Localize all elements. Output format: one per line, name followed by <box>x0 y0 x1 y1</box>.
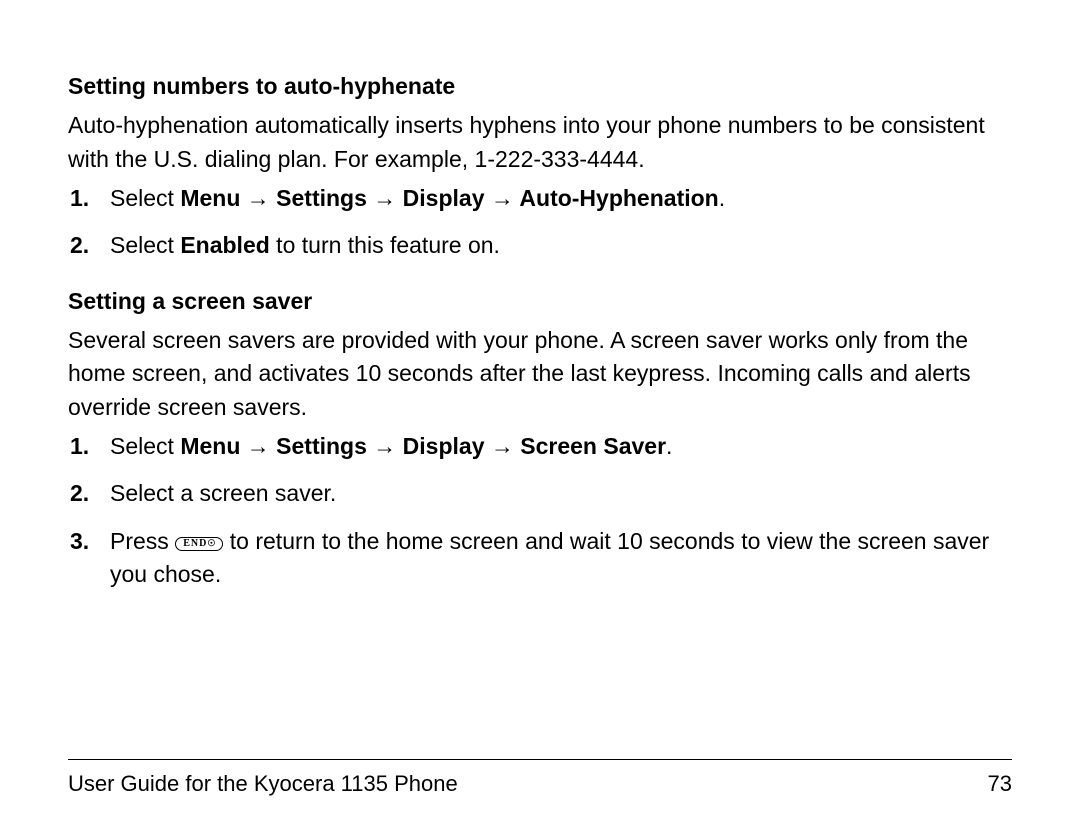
steps-screen-saver: Select Menu → Settings → Display → Scree… <box>68 430 1012 591</box>
step-text: . <box>719 185 725 211</box>
menu-path: Menu → Settings → Display → Auto-Hyphena… <box>180 185 718 211</box>
step-text: to turn this feature on. <box>270 232 500 258</box>
paragraph-screen-saver: Several screen savers are provided with … <box>68 324 1012 424</box>
section-screen-saver: Setting a screen saver Several screen sa… <box>68 285 1012 592</box>
heading-auto-hyphenate: Setting numbers to auto-hyphenate <box>68 70 1012 103</box>
step-1: Select Menu → Settings → Display → Scree… <box>68 430 1012 463</box>
step-1: Select Menu → Settings → Display → Auto-… <box>68 182 1012 215</box>
end-key-icon: END☉ <box>175 537 223 551</box>
step-2: Select Enabled to turn this feature on. <box>68 229 1012 262</box>
step-text: Select <box>110 433 180 459</box>
footer-title: User Guide for the Kyocera 1135 Phone <box>68 768 458 800</box>
heading-screen-saver: Setting a screen saver <box>68 285 1012 318</box>
step-text: . <box>666 433 672 459</box>
step-text: Select a screen saver. <box>110 480 336 506</box>
page-footer: User Guide for the Kyocera 1135 Phone 73 <box>68 759 1012 800</box>
page-number: 73 <box>988 768 1012 800</box>
option-enabled: Enabled <box>180 232 269 258</box>
menu-path: Menu → Settings → Display → Screen Saver <box>180 433 666 459</box>
section-auto-hyphenate: Setting numbers to auto-hyphenate Auto-h… <box>68 70 1012 263</box>
step-text: Select <box>110 185 180 211</box>
step-text: to return to the home screen and wait 10… <box>110 528 989 587</box>
page-content: Setting numbers to auto-hyphenate Auto-h… <box>0 0 1080 834</box>
step-text: Press <box>110 528 175 554</box>
step-3: Press END☉ to return to the home screen … <box>68 525 1012 592</box>
step-2: Select a screen saver. <box>68 477 1012 510</box>
paragraph-auto-hyphenate: Auto-hyphenation automatically inserts h… <box>68 109 1012 176</box>
steps-auto-hyphenate: Select Menu → Settings → Display → Auto-… <box>68 182 1012 263</box>
step-text: Select <box>110 232 180 258</box>
